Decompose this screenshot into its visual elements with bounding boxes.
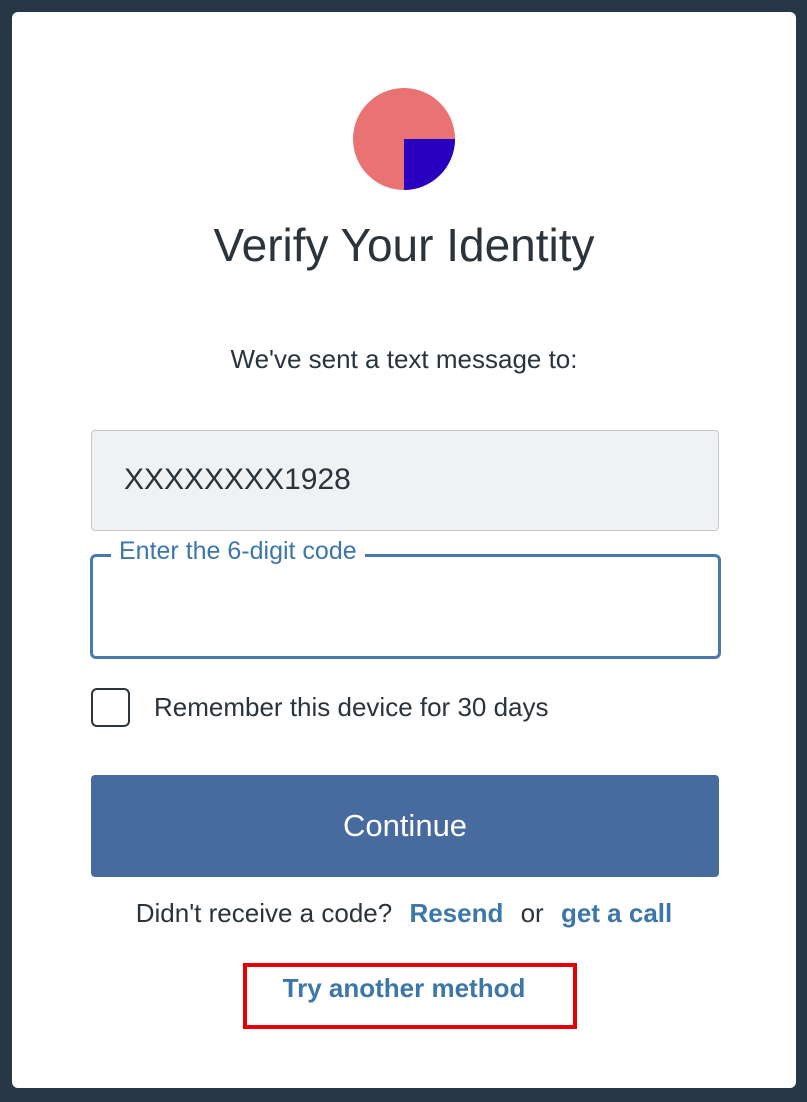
code-field[interactable]: Enter the 6-digit code xyxy=(90,537,721,659)
phone-number-value: XXXXXXXX1928 xyxy=(124,463,351,496)
code-input[interactable] xyxy=(113,587,693,627)
continue-button[interactable]: Continue xyxy=(91,775,719,877)
resend-row: Didn't receive a code? Resend or get a c… xyxy=(12,898,796,929)
remember-device-label[interactable]: Remember this device for 30 days xyxy=(154,692,549,723)
phone-number-field: XXXXXXXX1928 xyxy=(91,430,719,531)
resend-link[interactable]: Resend xyxy=(409,898,503,928)
brand-logo xyxy=(353,88,455,190)
highlight-annotation-box xyxy=(243,963,577,1029)
sent-message-text: We've sent a text message to: xyxy=(230,344,578,374)
or-text: or xyxy=(520,898,544,928)
remember-device-checkbox[interactable] xyxy=(91,688,130,727)
verify-card: Verify Your Identity We've sent a text m… xyxy=(12,12,796,1088)
page-title: Verify Your Identity xyxy=(213,219,595,271)
resend-prompt: Didn't receive a code? xyxy=(135,898,393,928)
get-a-call-link[interactable]: get a call xyxy=(561,898,672,928)
code-field-label: Enter the 6-digit code xyxy=(111,537,365,566)
